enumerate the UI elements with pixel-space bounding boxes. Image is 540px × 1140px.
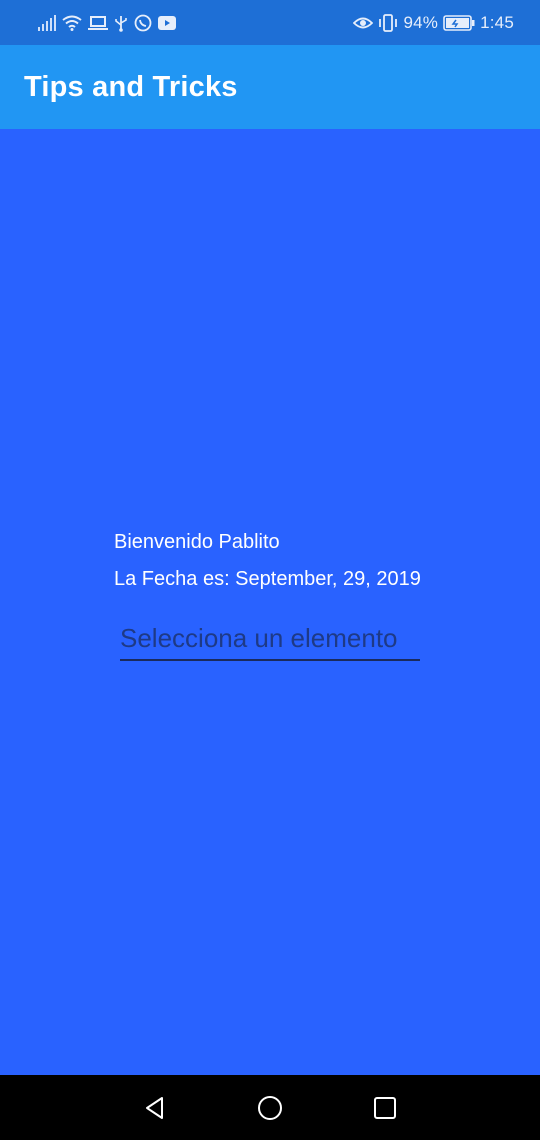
home-circle-icon [258, 1096, 282, 1120]
vibrate-icon [378, 13, 398, 32]
greeting-text: Bienvenido Pablito [114, 531, 280, 553]
app-bar: Tips and Tricks [0, 45, 540, 129]
usb-icon [114, 14, 128, 32]
navigation-bar [0, 1075, 540, 1140]
clock: 1:45 [480, 12, 514, 32]
dropdown-hint: Selecciona un elemento [120, 623, 398, 653]
eye-icon [353, 16, 374, 30]
recents-button[interactable] [370, 1093, 400, 1123]
main-content: Bienvenido Pablito La Fecha es: Septembe… [0, 129, 540, 1075]
battery-percent: 94% [403, 12, 439, 32]
battery-icon [443, 14, 475, 31]
back-triangle-icon [146, 1097, 163, 1119]
element-dropdown[interactable]: Selecciona un elemento [120, 617, 420, 661]
home-button[interactable] [255, 1093, 285, 1123]
laptop-icon [88, 15, 108, 31]
signal-icon [38, 14, 56, 31]
whatsapp-icon [134, 14, 152, 32]
status-left-icons [38, 14, 176, 32]
date-text: La Fecha es: September, 29, 2019 [114, 568, 421, 590]
wifi-icon [62, 15, 82, 31]
youtube-icon [158, 15, 176, 30]
app-title: Tips and Tricks [24, 70, 238, 103]
status-bar: 94% 1:45 [0, 0, 540, 45]
back-button[interactable] [140, 1093, 170, 1123]
status-right-icons: 94% 1:45 [353, 13, 514, 33]
recents-square-icon [374, 1097, 396, 1119]
